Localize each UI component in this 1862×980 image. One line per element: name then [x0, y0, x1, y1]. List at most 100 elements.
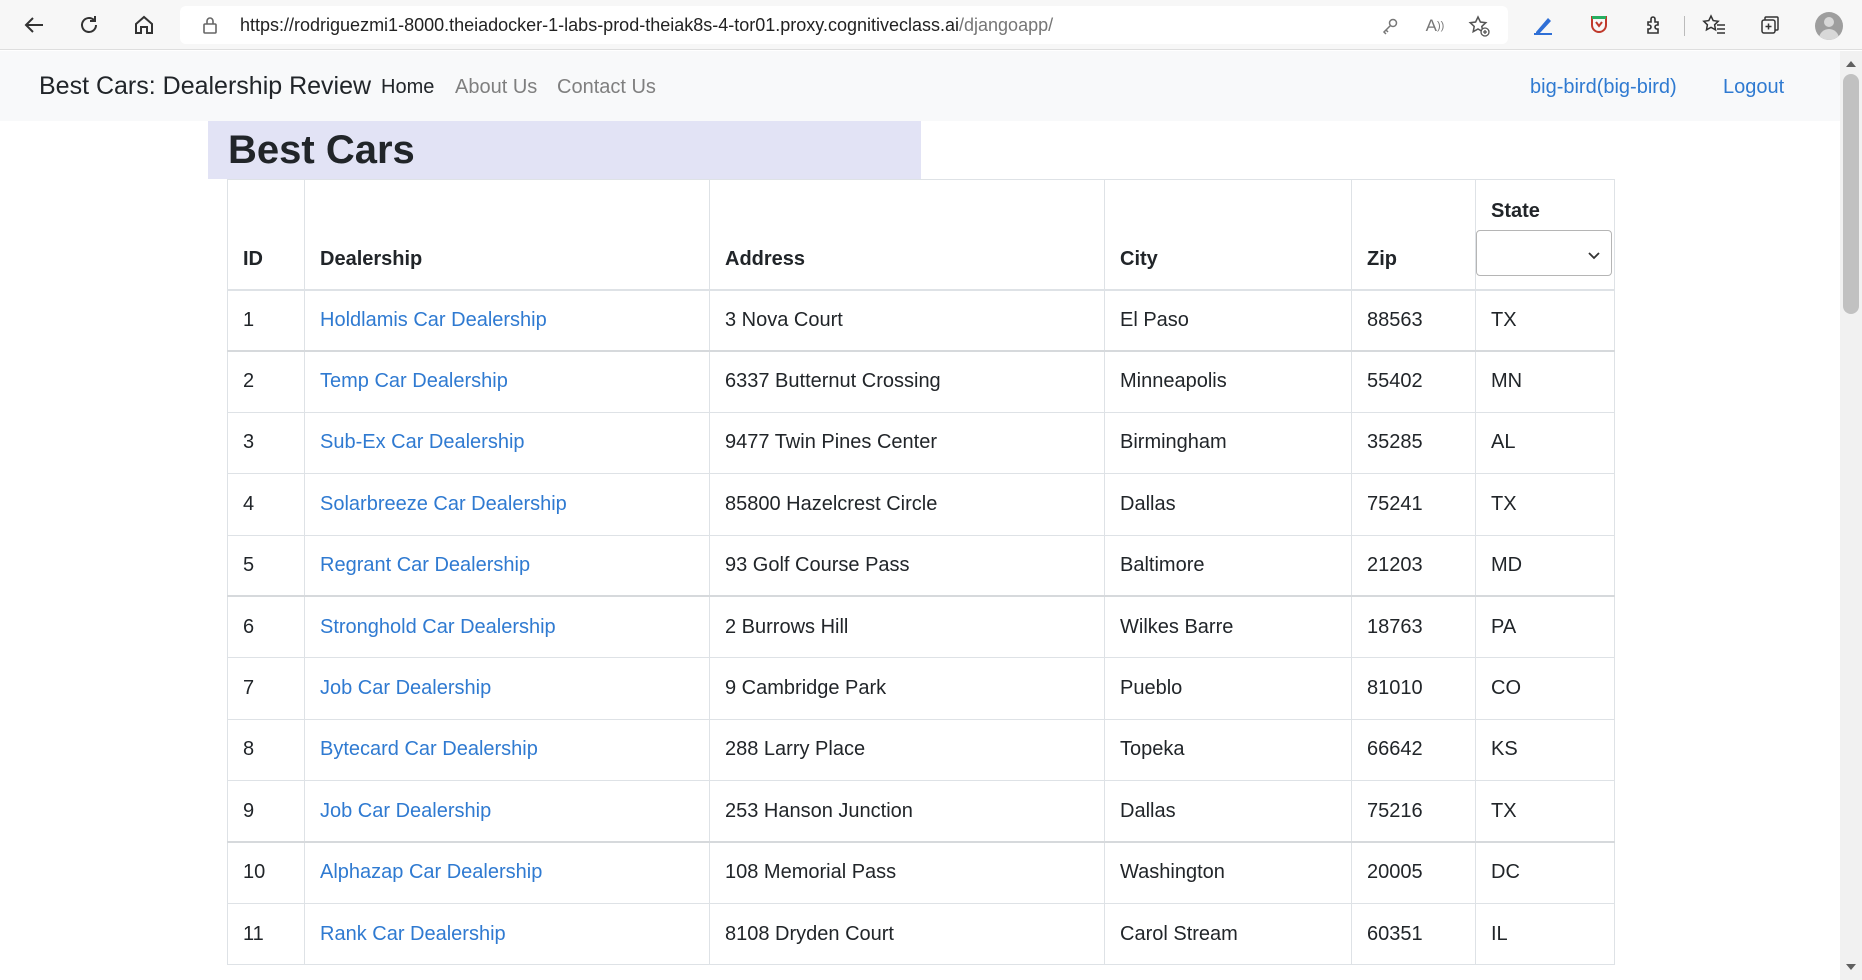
cell-state: CO — [1475, 657, 1615, 720]
cell-state: AL — [1475, 411, 1615, 475]
dealership-link[interactable]: Stronghold Car Dealership — [320, 616, 556, 638]
table-row: 10 Alphazap Car Dealership 108 Memorial Pa… — [227, 841, 1615, 904]
site-navbar: Best Cars: Dealership Review Home About … — [0, 51, 1840, 121]
cell-city: Wilkes Barre — [1104, 595, 1352, 659]
header-address: Address — [709, 179, 1105, 290]
table-row: 8 Bytecard Car Dealership 288 Larry Place T… — [227, 718, 1615, 782]
cell-zip: 81010 — [1351, 657, 1476, 720]
cell-city: Dallas — [1104, 780, 1352, 843]
cell-state: TX — [1475, 288, 1615, 352]
table-row: 4 Solarbreeze Car Dealership 85800 Hazelcr… — [227, 473, 1615, 536]
scroll-thumb[interactable] — [1843, 74, 1859, 314]
dealership-link[interactable]: Regrant Car Dealership — [320, 554, 530, 576]
refresh-icon[interactable] — [73, 9, 105, 41]
chevron-down-icon — [1587, 245, 1601, 268]
cell-zip: 18763 — [1351, 595, 1476, 659]
cell-address: 253 Hanson Junction — [709, 780, 1105, 843]
pen-extension-icon[interactable] — [1530, 12, 1556, 38]
cell-dealership: Holdlamis Car Dealership — [304, 288, 710, 352]
cell-id: 8 — [227, 718, 305, 782]
header-zip: Zip — [1351, 179, 1476, 290]
dealership-link[interactable]: Rank Car Dealership — [320, 923, 506, 945]
cell-zip: 75216 — [1351, 780, 1476, 843]
cell-address: 9 Cambridge Park — [709, 657, 1105, 720]
header-id: ID — [227, 179, 305, 290]
address-bar[interactable]: https://rodriguezmi1-8000.theiadocker-1-… — [180, 6, 1508, 44]
cell-dealership: Alphazap Car Dealership — [304, 841, 710, 904]
table-row: 5 Regrant Car Dealership 93 Golf Course Pa… — [227, 534, 1615, 597]
profile-avatar-icon[interactable] — [1815, 12, 1843, 40]
site-brand[interactable]: Best Cars: Dealership Review — [39, 72, 371, 101]
cell-id: 11 — [227, 902, 305, 966]
cell-dealership: Rank Car Dealership — [304, 902, 710, 966]
dealership-link[interactable]: Solarbreeze Car Dealership — [320, 493, 567, 515]
dealership-link[interactable]: Sub-Ex Car Dealership — [320, 431, 525, 453]
logout-link[interactable]: Logout — [1723, 76, 1784, 99]
nav-contact-link[interactable]: Contact Us — [557, 76, 656, 99]
shield-extension-icon[interactable] — [1586, 12, 1612, 38]
cell-id: 9 — [227, 780, 305, 843]
extensions-icon[interactable] — [1641, 12, 1667, 38]
cell-dealership: Solarbreeze Car Dealership — [304, 473, 710, 536]
cell-zip: 88563 — [1351, 288, 1476, 352]
url-path: /djangoapp/ — [959, 15, 1054, 35]
header-state-cell: State — [1475, 179, 1615, 290]
dealership-link[interactable]: Job Car Dealership — [320, 677, 491, 699]
cell-state: KS — [1475, 718, 1615, 782]
cell-id: 4 — [227, 473, 305, 536]
cell-state: IL — [1475, 902, 1615, 966]
cell-dealership: Sub-Ex Car Dealership — [304, 411, 710, 475]
dealership-link[interactable]: Bytecard Car Dealership — [320, 738, 538, 760]
read-aloud-icon[interactable]: A)) — [1424, 15, 1446, 37]
cell-id: 7 — [227, 657, 305, 720]
cell-city: Baltimore — [1104, 534, 1352, 597]
cell-zip: 20005 — [1351, 841, 1476, 904]
scroll-down-icon[interactable] — [1846, 964, 1856, 970]
page-title: Best Cars — [228, 128, 415, 172]
cell-city: Topeka — [1104, 718, 1352, 782]
cell-zip: 35285 — [1351, 411, 1476, 475]
cell-address: 2 Burrows Hill — [709, 595, 1105, 659]
favorites-icon[interactable] — [1701, 12, 1727, 38]
dealership-link[interactable]: Alphazap Car Dealership — [320, 861, 542, 883]
dealership-table-container: ID Dealership Address City Zip State 1 Ho… — [227, 179, 1615, 966]
dealership-link[interactable]: Holdlamis Car Dealership — [320, 309, 547, 331]
cell-city: Carol Stream — [1104, 902, 1352, 966]
cell-address: 288 Larry Place — [709, 718, 1105, 782]
cell-id: 1 — [227, 288, 305, 352]
header-city: City — [1104, 179, 1352, 290]
cell-dealership: Stronghold Car Dealership — [304, 595, 710, 659]
cell-address: 9477 Twin Pines Center — [709, 411, 1105, 475]
cell-city: El Paso — [1104, 288, 1352, 352]
cell-address: 108 Memorial Pass — [709, 841, 1105, 904]
cell-address: 3 Nova Court — [709, 288, 1105, 352]
cell-id: 3 — [227, 411, 305, 475]
cell-address: 6337 Butternut Crossing — [709, 350, 1105, 413]
dealership-link[interactable]: Job Car Dealership — [320, 800, 491, 822]
key-icon[interactable] — [1379, 15, 1401, 37]
toolbar-divider — [1684, 16, 1685, 36]
page-scrollbar[interactable] — [1840, 51, 1862, 980]
cell-id: 2 — [227, 350, 305, 413]
back-icon[interactable] — [18, 9, 50, 41]
header-dealership: Dealership — [304, 179, 710, 290]
add-favorite-icon[interactable] — [1468, 15, 1490, 37]
cell-zip: 60351 — [1351, 902, 1476, 966]
url-host: https://rodriguezmi1-8000.theiadocker-1-… — [240, 15, 960, 35]
cell-city: Birmingham — [1104, 411, 1352, 475]
cell-address: 8108 Dryden Court — [709, 902, 1105, 966]
cell-dealership: Temp Car Dealership — [304, 350, 710, 413]
home-icon[interactable] — [128, 9, 160, 41]
cell-zip: 66642 — [1351, 718, 1476, 782]
state-filter-select[interactable] — [1476, 230, 1612, 276]
collections-icon[interactable] — [1757, 12, 1783, 38]
nav-home-link[interactable]: Home — [381, 76, 434, 99]
url-text[interactable]: https://rodriguezmi1-8000.theiadocker-1-… — [240, 15, 1053, 36]
nav-about-link[interactable]: About Us — [455, 76, 537, 99]
dealership-link[interactable]: Temp Car Dealership — [320, 370, 508, 392]
scroll-up-icon[interactable] — [1846, 61, 1856, 67]
cell-address: 85800 Hazelcrest Circle — [709, 473, 1105, 536]
username-link[interactable]: big-bird(big-bird) — [1530, 76, 1677, 99]
lock-icon[interactable] — [202, 16, 218, 39]
cell-city: Pueblo — [1104, 657, 1352, 720]
